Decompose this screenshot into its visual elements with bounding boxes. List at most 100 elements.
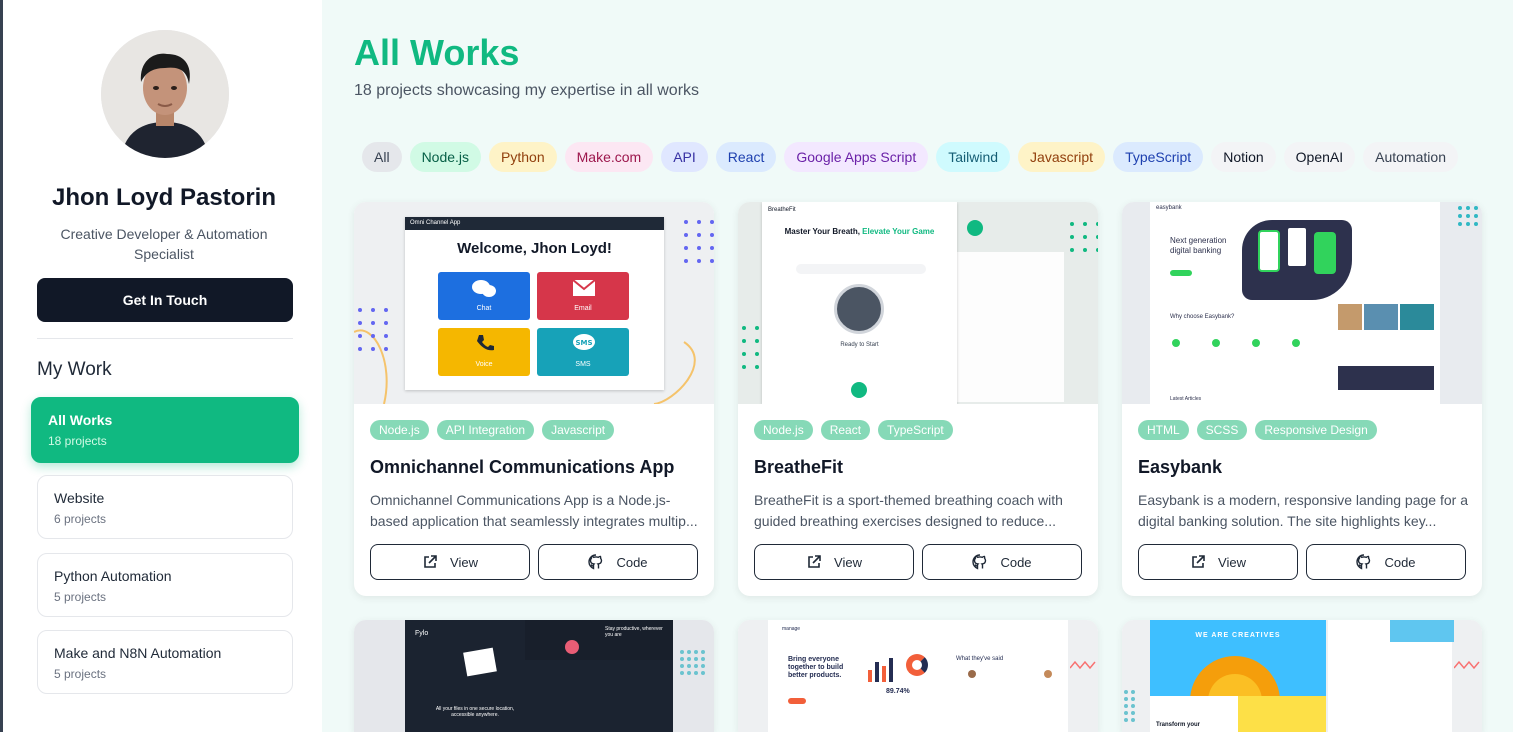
tag: React bbox=[820, 420, 871, 440]
preview-block bbox=[1238, 696, 1326, 732]
view-button[interactable]: View bbox=[754, 544, 914, 580]
filter-chip-react[interactable]: React bbox=[715, 142, 777, 172]
filter-chip-automation[interactable]: Automation bbox=[1363, 142, 1458, 172]
project-thumbnail[interactable]: easybank Next generation digital banking… bbox=[1122, 202, 1482, 404]
preview-mode-bar bbox=[796, 264, 926, 274]
filter-chip-typescript[interactable]: TypeScript bbox=[1113, 142, 1204, 172]
github-icon bbox=[1356, 554, 1371, 570]
filter-chip-openai[interactable]: OpenAI bbox=[1283, 142, 1356, 172]
decor-dots bbox=[742, 326, 759, 369]
external-link-icon bbox=[1192, 555, 1205, 568]
filter-chip-all[interactable]: All bbox=[362, 142, 402, 172]
view-button[interactable]: View bbox=[370, 544, 530, 580]
tag: HTML bbox=[1138, 420, 1189, 440]
filter-bar: All Node.js Python Make.com API React Go… bbox=[362, 142, 1458, 172]
preview-bars bbox=[868, 656, 898, 682]
preview-avatar bbox=[1044, 670, 1052, 678]
app-preview: Omni Channel App Welcome, Jhon Loyd! Cha… bbox=[405, 217, 664, 390]
project-thumbnail[interactable]: BreatheFit Master Your Breath, Elevate Y… bbox=[738, 202, 1098, 404]
preview-heading: Welcome, Jhon Loyd! bbox=[457, 240, 612, 257]
preview-avatar bbox=[968, 670, 976, 678]
preview-heading: Master Your Breath, Elevate Your Game bbox=[762, 227, 957, 236]
code-button[interactable]: Code bbox=[538, 544, 698, 580]
preview-hero: Next generation digital banking bbox=[1170, 236, 1227, 255]
project-card: BreatheFit Master Your Breath, Elevate Y… bbox=[738, 202, 1098, 596]
preview-phone bbox=[1258, 230, 1280, 272]
preview-status: Ready to Start bbox=[840, 342, 879, 348]
view-button[interactable]: View bbox=[1138, 544, 1298, 580]
decor-zigzag bbox=[1454, 660, 1480, 670]
project-thumbnail[interactable]: Omni Channel App Welcome, Jhon Loyd! Cha… bbox=[354, 202, 714, 404]
code-button[interactable]: Code bbox=[1306, 544, 1466, 580]
code-button[interactable]: Code bbox=[922, 544, 1082, 580]
avatar bbox=[101, 30, 229, 158]
preview-app-bar: BreatheFit bbox=[768, 207, 796, 213]
category-all-works[interactable]: All Works 18 projects bbox=[31, 397, 299, 463]
filter-chip-make[interactable]: Make.com bbox=[564, 142, 654, 172]
project-thumbnail[interactable]: Fylo Stay productive, wherever you are A… bbox=[354, 620, 714, 732]
filter-chip-api[interactable]: API bbox=[661, 142, 708, 172]
filter-chip-nodejs[interactable]: Node.js bbox=[409, 142, 482, 172]
preview-article-image bbox=[1338, 304, 1362, 330]
category-python-automation[interactable]: Python Automation 5 projects bbox=[37, 553, 293, 617]
category-count: 5 projects bbox=[54, 590, 107, 604]
app-preview: BreatheFit Master Your Breath, Elevate Y… bbox=[762, 202, 957, 404]
get-in-touch-button[interactable]: Get In Touch bbox=[37, 278, 293, 322]
project-thumbnail[interactable]: manage Bring everyone together to build … bbox=[738, 620, 1098, 732]
preview-feature-icon bbox=[1212, 339, 1220, 347]
filter-chip-google-apps-script[interactable]: Google Apps Script bbox=[784, 142, 929, 172]
tag: TypeScript bbox=[878, 420, 953, 440]
view-label: View bbox=[450, 554, 478, 570]
code-label: Code bbox=[1384, 554, 1416, 570]
preview-heading-a: Master Your Breath, bbox=[784, 227, 863, 236]
chat-icon bbox=[472, 280, 496, 297]
filter-chip-tailwind[interactable]: Tailwind bbox=[936, 142, 1011, 172]
app-preview: easybank Next generation digital banking… bbox=[1150, 202, 1440, 404]
decor-dots bbox=[684, 220, 714, 263]
decor-dots bbox=[1124, 690, 1135, 722]
filter-chip-python[interactable]: Python bbox=[489, 142, 557, 172]
project-title: Easybank bbox=[1138, 457, 1223, 477]
category-count: 5 projects bbox=[54, 667, 107, 681]
preview-phone bbox=[1286, 226, 1308, 268]
preview-heading-b: Elevate Your Game bbox=[862, 227, 935, 236]
preview-breath-circle bbox=[834, 284, 884, 334]
project-description: BreatheFit is a sport-themed breathing c… bbox=[754, 492, 1063, 529]
preview-text: Transform your bbox=[1156, 722, 1201, 728]
phone-icon bbox=[477, 335, 494, 351]
code-label: Code bbox=[1000, 554, 1032, 570]
project-thumbnail[interactable]: WE ARE CREATIVES Transform your bbox=[1122, 620, 1482, 732]
github-icon bbox=[972, 554, 987, 570]
decor-dots bbox=[1458, 206, 1478, 226]
project-card: Omni Channel App Welcome, Jhon Loyd! Cha… bbox=[354, 202, 714, 596]
tag: Node.js bbox=[370, 420, 429, 440]
filter-chip-notion[interactable]: Notion bbox=[1211, 142, 1276, 172]
project-card: easybank Next generation digital banking… bbox=[1122, 202, 1482, 596]
preview-badge bbox=[967, 220, 983, 236]
preview-feature-icon bbox=[1252, 339, 1260, 347]
category-label: Make and N8N Automation bbox=[54, 645, 222, 661]
envelope-icon bbox=[573, 280, 595, 296]
decor-zigzag bbox=[1070, 660, 1096, 670]
category-count: 18 projects bbox=[48, 434, 107, 448]
code-label: Code bbox=[616, 554, 648, 570]
preview-article-image bbox=[1364, 304, 1398, 330]
page-subtitle: 18 projects showcasing my expertise in a… bbox=[354, 82, 700, 99]
preview-text: All your files in one secure location, a… bbox=[435, 706, 515, 718]
filter-chip-javascript[interactable]: Javascript bbox=[1018, 142, 1106, 172]
app-preview: Fylo Stay productive, wherever you are A… bbox=[405, 620, 673, 732]
decor-dots bbox=[1070, 222, 1098, 252]
project-description: Omnichannel Communications App is a Node… bbox=[370, 492, 698, 529]
category-label: Python Automation bbox=[54, 568, 172, 584]
sms-icon: SMS bbox=[573, 334, 595, 350]
preview-app-bar: easybank bbox=[1156, 205, 1182, 211]
tag-list: Node.js API Integration Javascript bbox=[370, 420, 615, 440]
app-preview: manage Bring everyone together to build … bbox=[768, 620, 1068, 732]
category-count: 6 projects bbox=[54, 512, 107, 526]
preview-articles: Latest Articles bbox=[1170, 396, 1202, 402]
view-label: View bbox=[834, 554, 862, 570]
category-website[interactable]: Website 6 projects bbox=[37, 475, 293, 539]
category-make-n8n-automation[interactable]: Make and N8N Automation 5 projects bbox=[37, 630, 293, 694]
preview-app-bar: Omni Channel App bbox=[405, 217, 664, 230]
preview-illustration bbox=[565, 640, 579, 654]
